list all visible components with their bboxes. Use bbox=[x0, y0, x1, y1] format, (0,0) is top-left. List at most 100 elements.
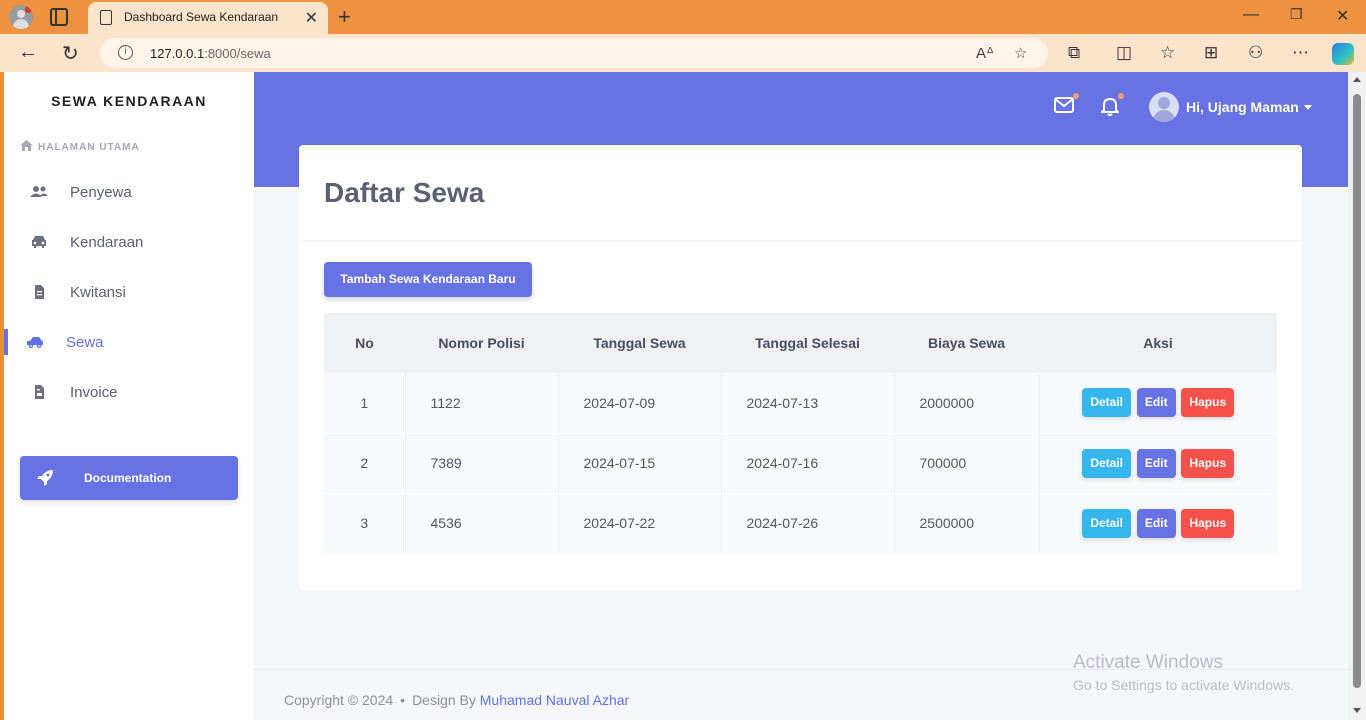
detail-button[interactable]: Detail bbox=[1082, 388, 1132, 418]
scrollbar-thumb[interactable] bbox=[1353, 94, 1361, 688]
page-title: Daftar Sewa bbox=[324, 177, 485, 208]
table-cell: 700000 bbox=[894, 433, 1040, 494]
notification-dot bbox=[1118, 93, 1124, 99]
table-cell: 2500000 bbox=[894, 493, 1040, 554]
documentation-label: Documentation bbox=[84, 471, 172, 485]
edit-button[interactable]: Edit bbox=[1136, 388, 1176, 418]
file-icon bbox=[35, 285, 44, 299]
sidebar-item-penyewa[interactable]: Penyewa bbox=[4, 172, 254, 212]
page-viewport: SEWA KENDARAAN HALAMAN UTAMA Penyewa Ken… bbox=[4, 72, 1366, 720]
action-cell: Detail Edit Hapus bbox=[1039, 493, 1277, 554]
home-icon bbox=[20, 140, 33, 151]
table-cell: 2024-07-22 bbox=[558, 493, 722, 554]
column-header: Nomor Polisi bbox=[405, 313, 558, 373]
rental-table: No Nomor Polisi Tanggal Sewa Tanggal Sel… bbox=[324, 313, 1277, 554]
table-row: 1 1122 2024-07-09 2024-07-13 2000000 Det… bbox=[324, 373, 1277, 434]
notification-dot bbox=[1073, 93, 1079, 99]
copyright-text: Copyright © 2024 bbox=[284, 692, 394, 708]
table-cell: 2024-07-15 bbox=[558, 433, 722, 494]
table-cell: 4536 bbox=[405, 493, 559, 554]
user-menu[interactable]: Hi, Ujang Maman bbox=[1186, 99, 1299, 115]
users-icon bbox=[30, 186, 48, 197]
table-cell: 1 bbox=[324, 373, 406, 434]
avatar[interactable] bbox=[1149, 92, 1179, 122]
column-header: Biaya Sewa bbox=[894, 313, 1039, 373]
rocket-icon bbox=[37, 470, 53, 486]
caret-down-icon[interactable] bbox=[1304, 105, 1312, 110]
more-menu-icon[interactable]: ⋯ bbox=[1292, 43, 1309, 63]
car-icon bbox=[32, 236, 46, 248]
table-cell: 2024-07-13 bbox=[721, 373, 895, 434]
favorite-star-icon[interactable]: ☆ bbox=[1014, 44, 1027, 62]
sidebar-item-kendaraan[interactable]: Kendaraan bbox=[4, 222, 254, 262]
detail-button[interactable]: Detail bbox=[1082, 448, 1132, 478]
sidebar-item-label: Sewa bbox=[66, 334, 104, 351]
tab-actions-icon[interactable] bbox=[50, 8, 68, 26]
sidebar-item-label: Invoice bbox=[70, 384, 118, 401]
site-info-icon[interactable]: i bbox=[118, 45, 133, 60]
detail-button[interactable]: Detail bbox=[1082, 508, 1132, 538]
browser-address-bar: ← ↻ i 127.0.0.1:8000/sewa Aᐞ ☆ ⧉ ◫ ☆ ⊞ ⚇… bbox=[0, 34, 1366, 72]
edit-button[interactable]: Edit bbox=[1136, 448, 1176, 478]
sidebar-item-kwitansi[interactable]: Kwitansi bbox=[4, 272, 254, 312]
car-side-icon bbox=[27, 337, 43, 349]
url-text: 127.0.0.1:8000/sewa bbox=[150, 46, 271, 61]
bell-icon[interactable] bbox=[1099, 93, 1124, 122]
table-row: 3 4536 2024-07-22 2024-07-26 2500000 Det… bbox=[324, 493, 1277, 554]
tab-close-icon[interactable]: ✕ bbox=[305, 8, 318, 28]
browser-tab-bar: Dashboard Sewa Kendaraan ✕ + — ❐ ✕ bbox=[0, 0, 1366, 34]
table-cell: 1122 bbox=[405, 373, 559, 434]
restore-icon[interactable]: ❐ bbox=[1290, 6, 1303, 23]
back-icon[interactable]: ← bbox=[18, 41, 38, 64]
delete-button[interactable]: Hapus bbox=[1181, 388, 1235, 418]
collections-icon[interactable]: ⊞ bbox=[1204, 43, 1218, 63]
sidebar-item-sewa[interactable]: Sewa bbox=[4, 322, 254, 362]
table-row: 2 7389 2024-07-15 2024-07-16 700000 Deta… bbox=[324, 433, 1277, 494]
vertical-scrollbar[interactable] bbox=[1348, 72, 1366, 720]
new-tab-icon[interactable]: + bbox=[338, 4, 351, 30]
profile-sync-icon[interactable]: ⚇ bbox=[1248, 43, 1263, 63]
table-cell: 3 bbox=[324, 493, 406, 554]
sidebar-item-label: Penyewa bbox=[70, 184, 132, 201]
browser-tab[interactable]: Dashboard Sewa Kendaraan ✕ bbox=[88, 2, 328, 34]
column-header: No bbox=[324, 313, 405, 373]
sidebar-item-label: Kendaraan bbox=[70, 234, 144, 251]
envelope-icon[interactable] bbox=[1054, 93, 1079, 119]
author-link[interactable]: Muhamad Nauval Azhar bbox=[480, 692, 629, 708]
url-field[interactable]: i 127.0.0.1:8000/sewa Aᐞ ☆ bbox=[100, 38, 1048, 68]
brand-title[interactable]: SEWA KENDARAAN bbox=[4, 93, 254, 109]
read-aloud-icon[interactable]: Aᐞ bbox=[976, 44, 994, 62]
sidebar-item-invoice[interactable]: Invoice bbox=[4, 372, 254, 412]
scroll-down-icon[interactable] bbox=[1353, 708, 1361, 713]
refresh-icon[interactable]: ↻ bbox=[62, 41, 79, 66]
page-icon bbox=[100, 10, 112, 25]
table-cell: 2000000 bbox=[894, 373, 1040, 434]
add-rental-button[interactable]: Tambah Sewa Kendaraan Baru bbox=[324, 262, 532, 297]
split-screen-icon[interactable]: ◫ bbox=[1116, 43, 1132, 63]
column-header: Tanggal Selesai bbox=[721, 313, 894, 373]
sidebar-section-heading[interactable]: HALAMAN UTAMA bbox=[20, 140, 140, 153]
table-cell: 2024-07-26 bbox=[721, 493, 895, 554]
table-header-row: No Nomor Polisi Tanggal Sewa Tanggal Sel… bbox=[324, 313, 1277, 373]
delete-button[interactable]: Hapus bbox=[1181, 508, 1235, 538]
close-window-icon[interactable]: ✕ bbox=[1336, 6, 1349, 26]
profile-avatar-icon[interactable] bbox=[9, 5, 33, 29]
minimize-icon[interactable]: — bbox=[1243, 6, 1259, 24]
activate-windows-title: Activate Windows bbox=[1073, 652, 1223, 673]
action-cell: Detail Edit Hapus bbox=[1039, 433, 1277, 494]
file-invoice-icon bbox=[35, 385, 44, 399]
action-cell: Detail Edit Hapus bbox=[1039, 373, 1277, 434]
extensions-icon[interactable]: ⧉ bbox=[1068, 43, 1080, 63]
favorites-icon[interactable]: ☆ bbox=[1160, 43, 1175, 63]
edit-button[interactable]: Edit bbox=[1136, 508, 1176, 538]
card-header: Daftar Sewa bbox=[299, 145, 1302, 241]
copilot-icon[interactable] bbox=[1332, 43, 1354, 65]
scroll-up-icon[interactable] bbox=[1353, 77, 1361, 82]
delete-button[interactable]: Hapus bbox=[1181, 448, 1235, 478]
documentation-button[interactable]: Documentation bbox=[20, 456, 238, 500]
sidebar-item-label: Kwitansi bbox=[70, 284, 126, 301]
table-cell: 2024-07-09 bbox=[558, 373, 722, 434]
footer: Copyright © 2024 • Design By Muhamad Nauva… bbox=[284, 692, 629, 708]
rental-list-card: Daftar Sewa Tambah Sewa Kendaraan Baru N… bbox=[299, 145, 1302, 590]
table-cell: 2 bbox=[324, 433, 406, 494]
